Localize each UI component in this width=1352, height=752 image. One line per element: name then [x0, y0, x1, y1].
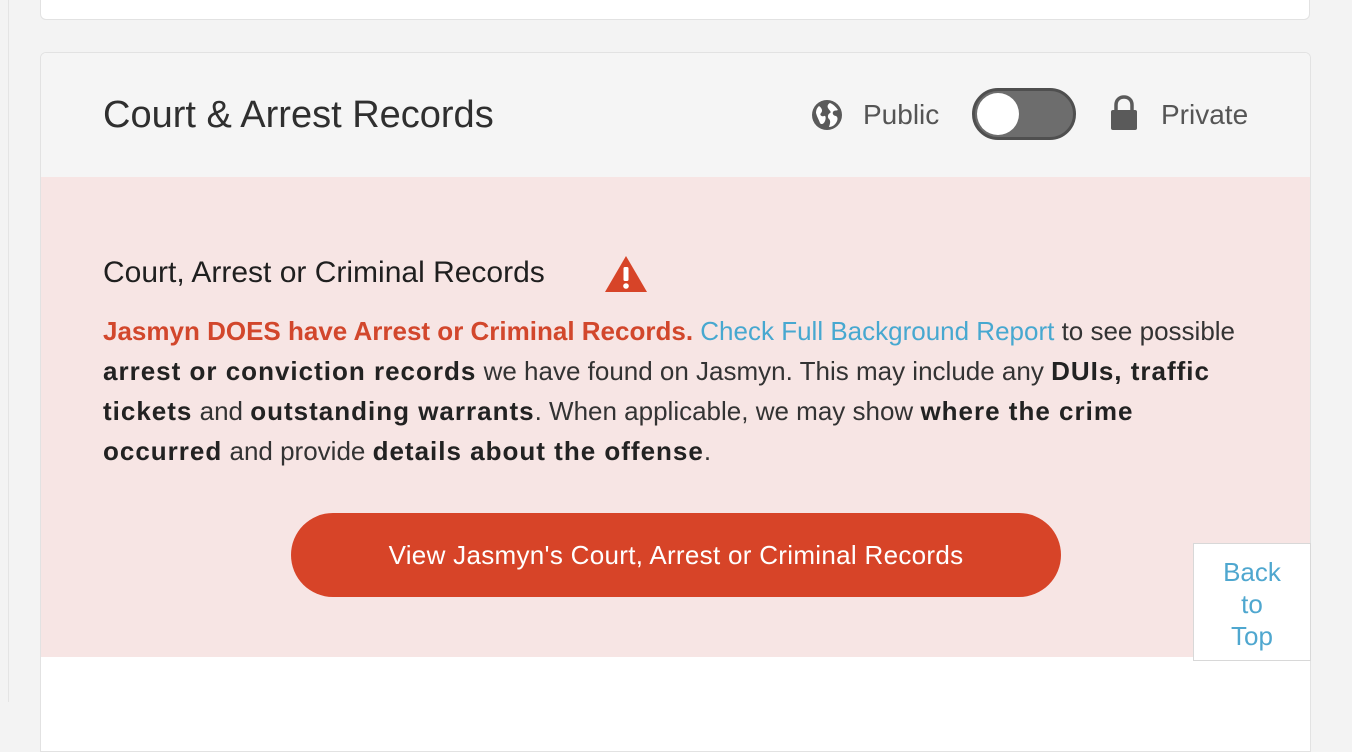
body-text: we have found on Jasmyn. This may includ… [476, 356, 1052, 386]
criminal-records-alert: Court, Arrest or Criminal Records Jasmyn… [41, 177, 1310, 657]
globe-icon [812, 100, 842, 130]
section-title: Court & Arrest Records [103, 94, 494, 136]
back-to-top-label: Top [1231, 621, 1273, 651]
page-gutter-line [8, 0, 9, 702]
full-background-report-link[interactable]: Check Full Background Report [700, 316, 1054, 346]
previous-card [40, 0, 1310, 20]
visibility-toggle[interactable] [972, 88, 1076, 140]
view-criminal-records-button[interactable]: View Jasmyn's Court, Arrest or Criminal … [291, 513, 1061, 597]
back-to-top-label: Back [1223, 557, 1281, 587]
records-found-statement: Jasmyn DOES have Arrest or Criminal Reco… [103, 316, 694, 346]
body-emphasis: arrest or conviction records [103, 356, 477, 386]
private-label: Private [1161, 99, 1249, 130]
public-label: Public [863, 99, 940, 130]
court-records-card: Court & Arrest Records Public Private Co… [40, 52, 1311, 752]
card-header: Court & Arrest Records Public Private [41, 53, 1310, 177]
body-text: and [192, 396, 251, 426]
body-text: . [703, 436, 712, 466]
lock-icon [1111, 95, 1137, 130]
body-text: . When applicable, we may show [534, 396, 921, 426]
warning-icon [605, 256, 647, 292]
body-text: and provide [222, 436, 373, 466]
body-emphasis: details about the offense [372, 436, 704, 466]
body-emphasis: outstanding warrants [250, 396, 535, 426]
alert-heading: Court, Arrest or Criminal Records [103, 256, 545, 289]
back-to-top-label: to [1241, 589, 1263, 619]
body-text: to see possible [1054, 316, 1236, 346]
back-to-top-button[interactable]: Back to Top [1193, 543, 1311, 661]
alert-description: Jasmyn DOES have Arrest or Criminal Reco… [103, 311, 1253, 471]
toggle-knob [977, 93, 1019, 135]
